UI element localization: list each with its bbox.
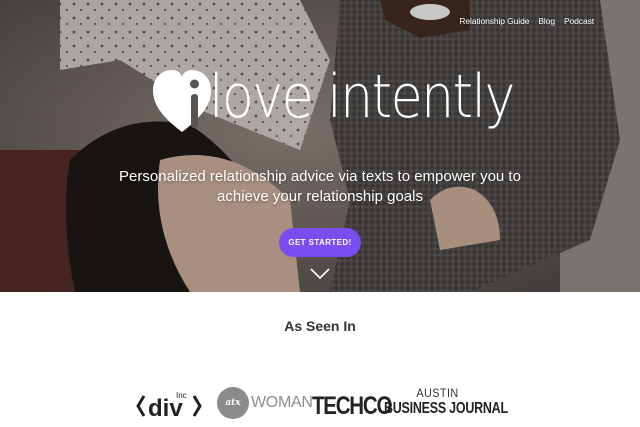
hero-tagline: Personalized relationship advice via tex… [119, 168, 521, 205]
nav-link-blog[interactable]: Blog [538, 16, 555, 26]
brand-logo[interactable]: love intently [151, 60, 515, 138]
techco-wordmark: TECHCO [312, 392, 392, 420]
nav-link-podcast[interactable]: Podcast [564, 16, 594, 26]
press-logo-austin-business-journal: AUSTIN BUSINESS JOURNAL [384, 386, 508, 422]
as-seen-in-heading: As Seen In [284, 318, 356, 334]
abj-austin: AUSTIN [416, 386, 459, 400]
press-logo-techco: TECHCO [312, 391, 392, 421]
atx-wordmark: WOMAN [251, 394, 313, 411]
heart-i-icon [153, 70, 211, 132]
abj-business-journal: BUSINESS JOURNAL [384, 400, 508, 417]
press-logo-atx-woman: atx WOMAN [217, 387, 313, 423]
get-started-button[interactable]: GET STARTED! [279, 228, 361, 257]
nav-link-relationship-guide[interactable]: Relationship Guide [459, 16, 529, 26]
atx-mark: atx [217, 387, 249, 419]
chevron-down-icon[interactable] [309, 266, 331, 280]
press-logo-divinc: div Inc [136, 386, 202, 422]
logo-wordmark: love intently [209, 62, 515, 132]
top-nav: Relationship Guide Blog Podcast [459, 16, 594, 26]
hero-section: Relationship Guide Blog Podcast love int… [0, 0, 640, 292]
svg-text:Inc: Inc [176, 391, 187, 400]
